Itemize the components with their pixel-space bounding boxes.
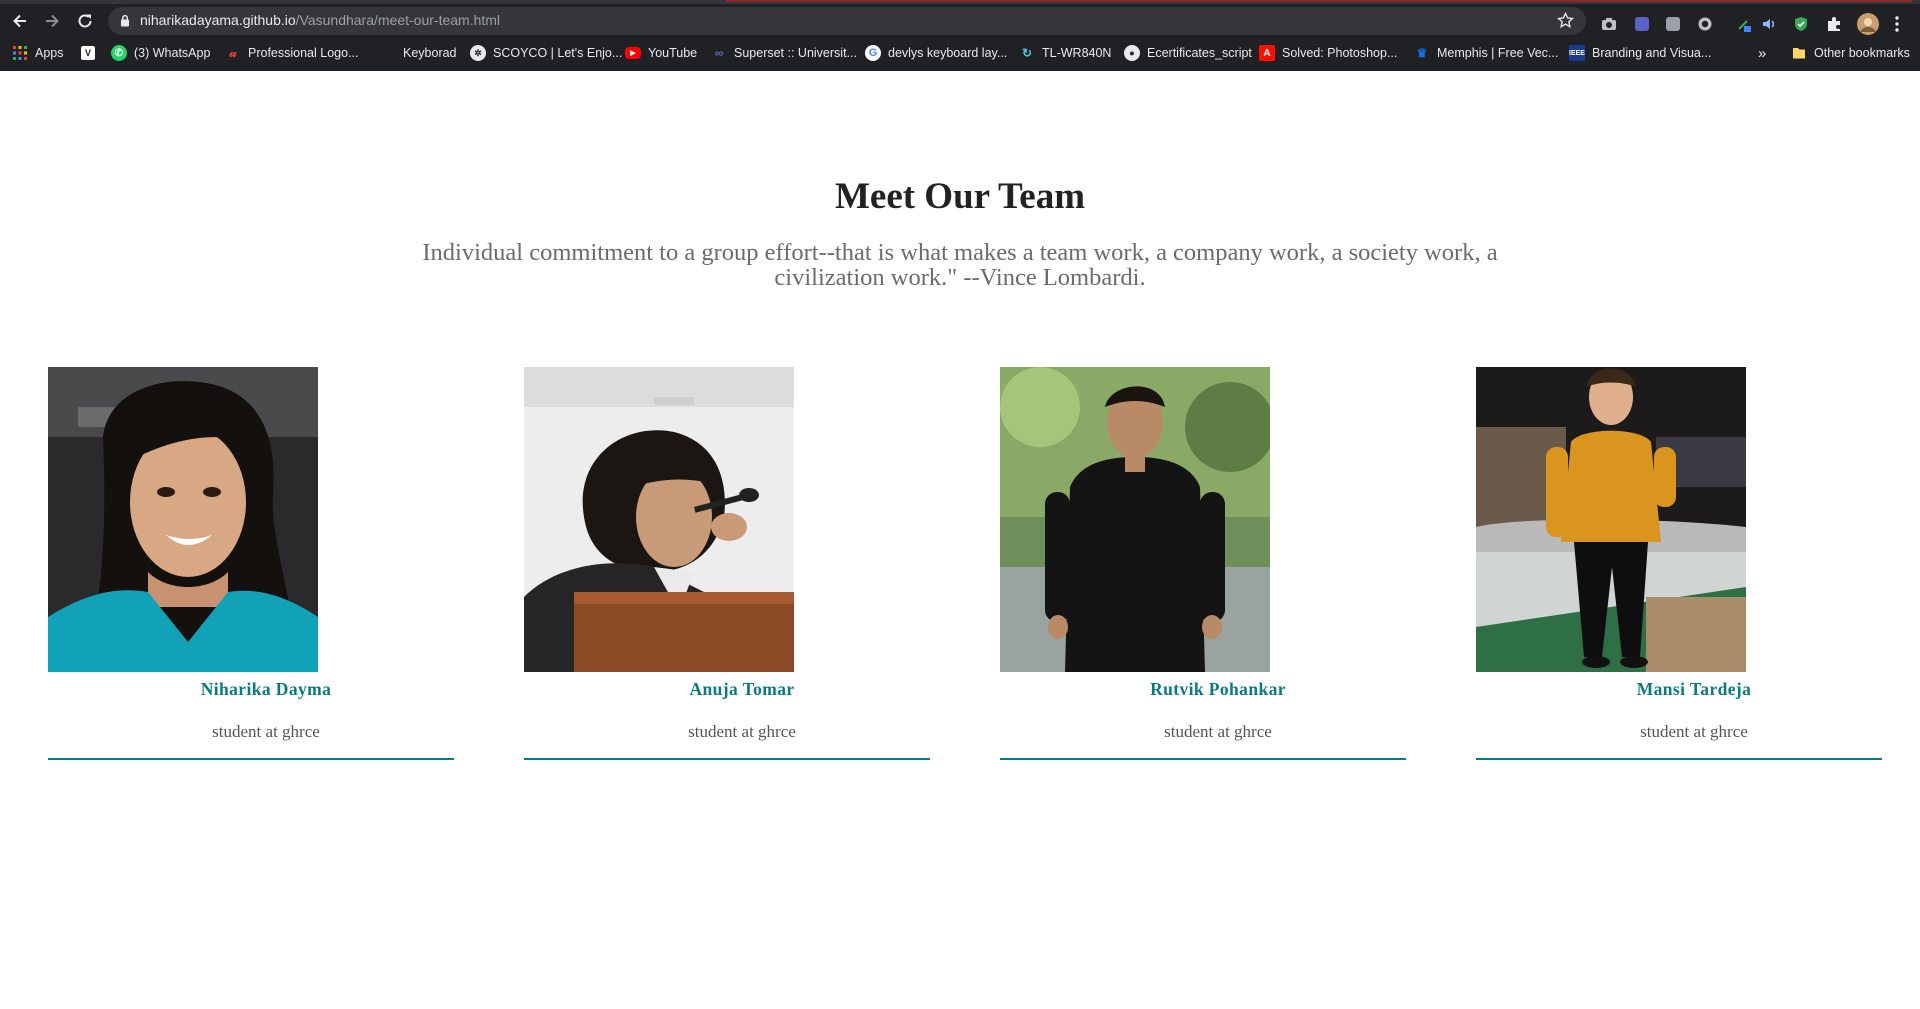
bookmark-label: Ecertificates_script: [1147, 46, 1252, 60]
arrow-right-icon: [46, 14, 59, 28]
vim-icon: V: [81, 46, 95, 60]
navigation-bar: niharikadayama.github.io/Vasundhara/meet…: [0, 6, 1920, 36]
more-bookmarks-button[interactable]: »: [1758, 40, 1766, 66]
profile-avatar[interactable]: [1857, 13, 1879, 35]
member-photo: [1000, 367, 1270, 672]
github-icon: ●: [1124, 45, 1140, 61]
bookmark-label: Keyborad: [403, 46, 457, 60]
logo-maker-icon: 𝓊: [229, 45, 237, 60]
bookmark-star-icon[interactable]: [1557, 12, 1574, 29]
browser-chrome: niharikadayama.github.io/Vasundhara/meet…: [0, 0, 1920, 71]
member-name: Rutvik Pohankar: [1150, 679, 1286, 699]
active-tab-indicator: [726, 0, 1912, 2]
bookmark-superset[interactable]: ∞ Superset :: Universit...: [711, 40, 857, 66]
google-icon: G: [865, 45, 881, 61]
camera-extension-icon[interactable]: [1600, 15, 1618, 33]
member-role: student at ghrce: [688, 722, 796, 741]
reload-icon: [78, 14, 92, 28]
member-role: student at ghrce: [1640, 722, 1748, 741]
shield-extension-icon[interactable]: [1792, 15, 1810, 33]
page-content: Meet Our Team Individual commitment to a…: [0, 71, 1920, 1009]
bookmark-label: Apps: [35, 46, 64, 60]
url-text[interactable]: niharikadayama.github.io/Vasundhara/meet…: [140, 12, 500, 28]
page-title: Meet Our Team: [834, 176, 1086, 217]
bookmark-devlys[interactable]: G devlys keyboard lay...: [865, 40, 1007, 66]
r-extension-icon[interactable]: [1664, 15, 1682, 33]
member-photo: [524, 367, 794, 672]
scoyco-icon: ✲: [470, 45, 486, 61]
member-photo: [1476, 367, 1746, 672]
team-member-card: Rutvik Pohankar student at ghrce: [1000, 367, 1406, 833]
card-divider: [1476, 758, 1882, 760]
address-bar[interactable]: niharikadayama.github.io/Vasundhara/meet…: [108, 7, 1586, 35]
team-member-card: Niharika Dayma student at ghrce: [48, 367, 454, 833]
bookmark-apps[interactable]: Apps: [12, 40, 64, 66]
puzzle-icon[interactable]: [1825, 15, 1843, 33]
bookmark-keyborad[interactable]: Keyborad: [381, 40, 457, 66]
page-quote: Individual commitment to a group effort-…: [422, 239, 1498, 291]
bookmark-vim[interactable]: V: [81, 40, 102, 66]
team-member-card: Anuja Tomar student at ghrce: [524, 367, 930, 833]
member-name: Niharika Dayma: [200, 679, 332, 699]
tab-strip: [0, 0, 1920, 4]
bookmark-memphis[interactable]: ♛ Memphis | Free Vec...: [1414, 40, 1559, 66]
bookmark-label: Professional Logo...: [248, 46, 359, 60]
ieee-icon: IEEE: [1569, 45, 1585, 61]
freepik-icon: ♛: [1416, 46, 1428, 60]
more-bookmarks-label: »: [1758, 44, 1767, 62]
team-member-card: Mansi Tardeja student at ghrce: [1476, 367, 1882, 833]
card-divider: [48, 758, 454, 760]
bookmark-label: SCOYCO | Let's Enjo...: [493, 46, 623, 60]
bookmark-label: YouTube: [648, 46, 698, 60]
url-host: niharikadayama.github.io: [140, 12, 296, 28]
eyedropper-extension-icon[interactable]: [1735, 15, 1753, 33]
adobe-icon: A: [1259, 45, 1275, 61]
bookmark-label: TL-WR840N: [1042, 46, 1112, 60]
bookmark-label: devlys keyboard lay...: [888, 46, 1008, 60]
bookmark-label: Solved: Photoshop...: [1282, 46, 1398, 60]
member-role: student at ghrce: [1164, 722, 1272, 741]
arrow-left-icon: [13, 14, 26, 28]
member-name: Mansi Tardeja: [1636, 679, 1752, 699]
circle-extension-icon[interactable]: [1696, 15, 1714, 33]
youtube-icon: ▶: [625, 47, 641, 59]
other-bookmarks-folder[interactable]: Other bookmarks: [1791, 40, 1910, 66]
bookmark-youtube[interactable]: ▶ YouTube: [625, 40, 697, 66]
tplink-icon: ↻: [1021, 46, 1033, 60]
bookmark-photoshop[interactable]: A Solved: Photoshop...: [1259, 40, 1397, 66]
whatsapp-icon: ✆: [111, 45, 127, 61]
audio-extension-icon[interactable]: [1760, 15, 1778, 33]
url-path: /Vasundhara/meet-our-team.html: [295, 12, 501, 28]
bookmark-label: (3) WhatsApp: [134, 46, 211, 60]
member-photo: [48, 367, 318, 672]
bookmark-label: Superset :: Universit...: [734, 46, 857, 60]
teams-extension-icon[interactable]: [1633, 15, 1651, 33]
member-name: Anuja Tomar: [689, 679, 795, 699]
bookmark-branding[interactable]: IEEE Branding and Visua...: [1569, 40, 1711, 66]
forward-button[interactable]: [40, 9, 64, 33]
folder-icon: [1791, 45, 1807, 61]
bookmark-label: Branding and Visua...: [1592, 46, 1712, 60]
back-button[interactable]: [8, 9, 32, 33]
bookmark-label: Memphis | Free Vec...: [1437, 46, 1559, 60]
lock-icon: [121, 14, 129, 27]
bookmark-tplink[interactable]: ↻ TL-WR840N: [1019, 40, 1112, 66]
apps-grid-icon: [12, 45, 28, 61]
superset-icon: ∞: [714, 46, 724, 60]
kebab-menu-icon[interactable]: [1888, 15, 1906, 33]
bookmark-whatsapp[interactable]: ✆ (3) WhatsApp: [111, 40, 210, 66]
bookmark-scoyco[interactable]: ✲ SCOYCO | Let's Enjo...: [470, 40, 622, 66]
card-divider: [524, 758, 930, 760]
reload-button[interactable]: [73, 9, 97, 33]
bookmark-ecertificates[interactable]: ● Ecertificates_script: [1124, 40, 1252, 66]
member-role: student at ghrce: [212, 722, 320, 741]
other-bookmarks-label: Other bookmarks: [1814, 46, 1910, 60]
bookmark-professional-logo[interactable]: 𝓊 Professional Logo...: [225, 40, 359, 66]
card-divider: [1000, 758, 1406, 760]
bookmarks-bar: Apps V ✆ (3) WhatsApp 𝓊 Professional Log…: [0, 40, 1920, 66]
